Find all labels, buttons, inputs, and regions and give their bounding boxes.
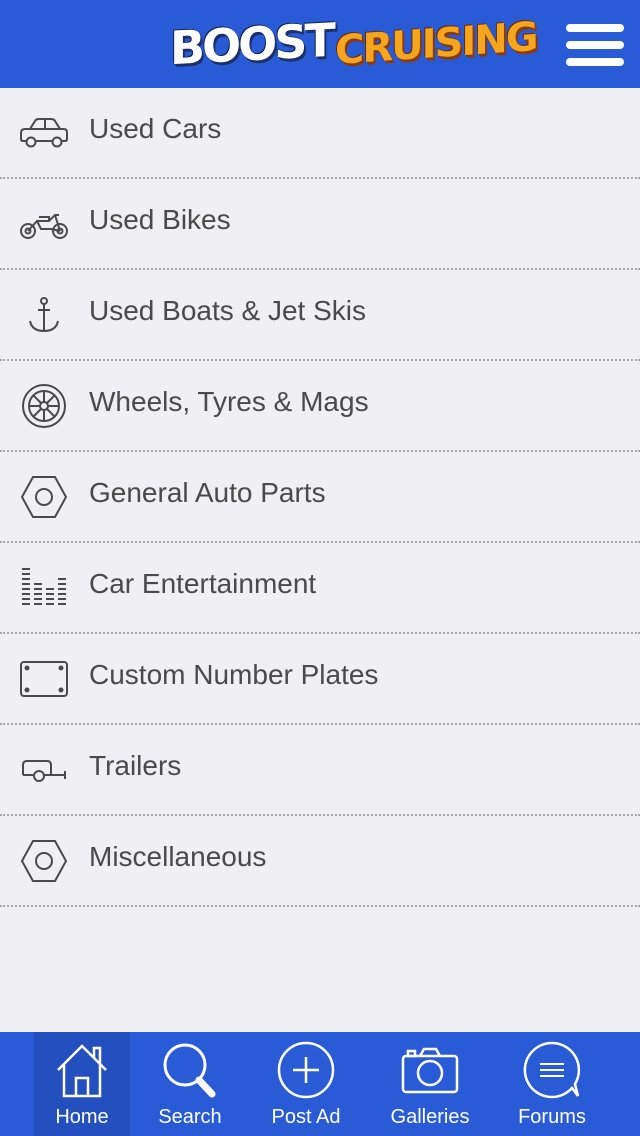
equalizer-icon [18,563,70,613]
search-icon [142,1040,238,1104]
plus-circle-icon [258,1040,354,1104]
hamburger-menu-icon[interactable] [566,24,624,66]
category-label: Car Entertainment [89,568,317,599]
category-row-wheels-tyres-mags[interactable]: Wheels, Tyres & Mags [0,361,640,452]
category-label: Used Bikes [89,204,231,235]
boostcruising-logo[interactable]: BOOST CRUISING [170,12,536,76]
tab-home[interactable]: Home [34,1032,130,1136]
category-label: Trailers [89,750,182,781]
tab-label: Forums [518,1106,586,1128]
category-label: Wheels, Tyres & Mags [89,386,369,417]
camera-icon [376,1040,484,1104]
category-row-used-bikes[interactable]: Used Bikes [0,179,640,270]
motorbike-icon [18,199,70,249]
tab-search[interactable]: Search [142,1032,238,1136]
chat-bubble-icon [504,1040,600,1104]
wheel-icon [18,381,70,431]
tab-galleries[interactable]: Galleries [376,1032,484,1136]
category-label: Custom Number Plates [89,659,379,690]
logo-cruising-text: CRUISING [334,13,537,75]
hex-nut-icon [18,472,70,522]
logo-boost-text: BOOST [170,12,333,76]
tab-label: Search [158,1106,222,1128]
category-label: Miscellaneous [89,841,267,872]
car-icon [18,108,70,158]
tab-label: Galleries [390,1106,470,1128]
category-row-used-cars[interactable]: Used Cars [0,88,640,179]
number-plate-icon [18,654,70,704]
home-icon [34,1040,130,1104]
category-row-miscellaneous[interactable]: Miscellaneous [0,816,640,907]
tab-label: Post Ad [271,1106,341,1128]
trailer-icon [18,745,70,795]
category-label: Used Cars [89,113,222,144]
category-row-trailers[interactable]: Trailers [0,725,640,816]
category-row-used-boats[interactable]: Used Boats & Jet Skis [0,270,640,361]
anchor-icon [18,290,70,340]
tab-forums[interactable]: Forums [504,1032,600,1136]
bottom-tab-bar: Home Search Post Ad Galleries Forums [0,1032,640,1136]
hex-nut-icon [18,836,70,886]
tab-post-ad[interactable]: Post Ad [258,1032,354,1136]
category-list: Used Cars Used Bikes Used Boats & Jet Sk… [0,88,640,907]
category-label: Used Boats & Jet Skis [89,295,367,326]
category-row-car-entertainment[interactable]: Car Entertainment [0,543,640,634]
category-row-custom-number-plates[interactable]: Custom Number Plates [0,634,640,725]
category-label: General Auto Parts [89,477,326,508]
top-navigation-bar: BOOST CRUISING [0,0,640,88]
category-row-general-auto-parts[interactable]: General Auto Parts [0,452,640,543]
tab-label: Home [55,1106,109,1128]
